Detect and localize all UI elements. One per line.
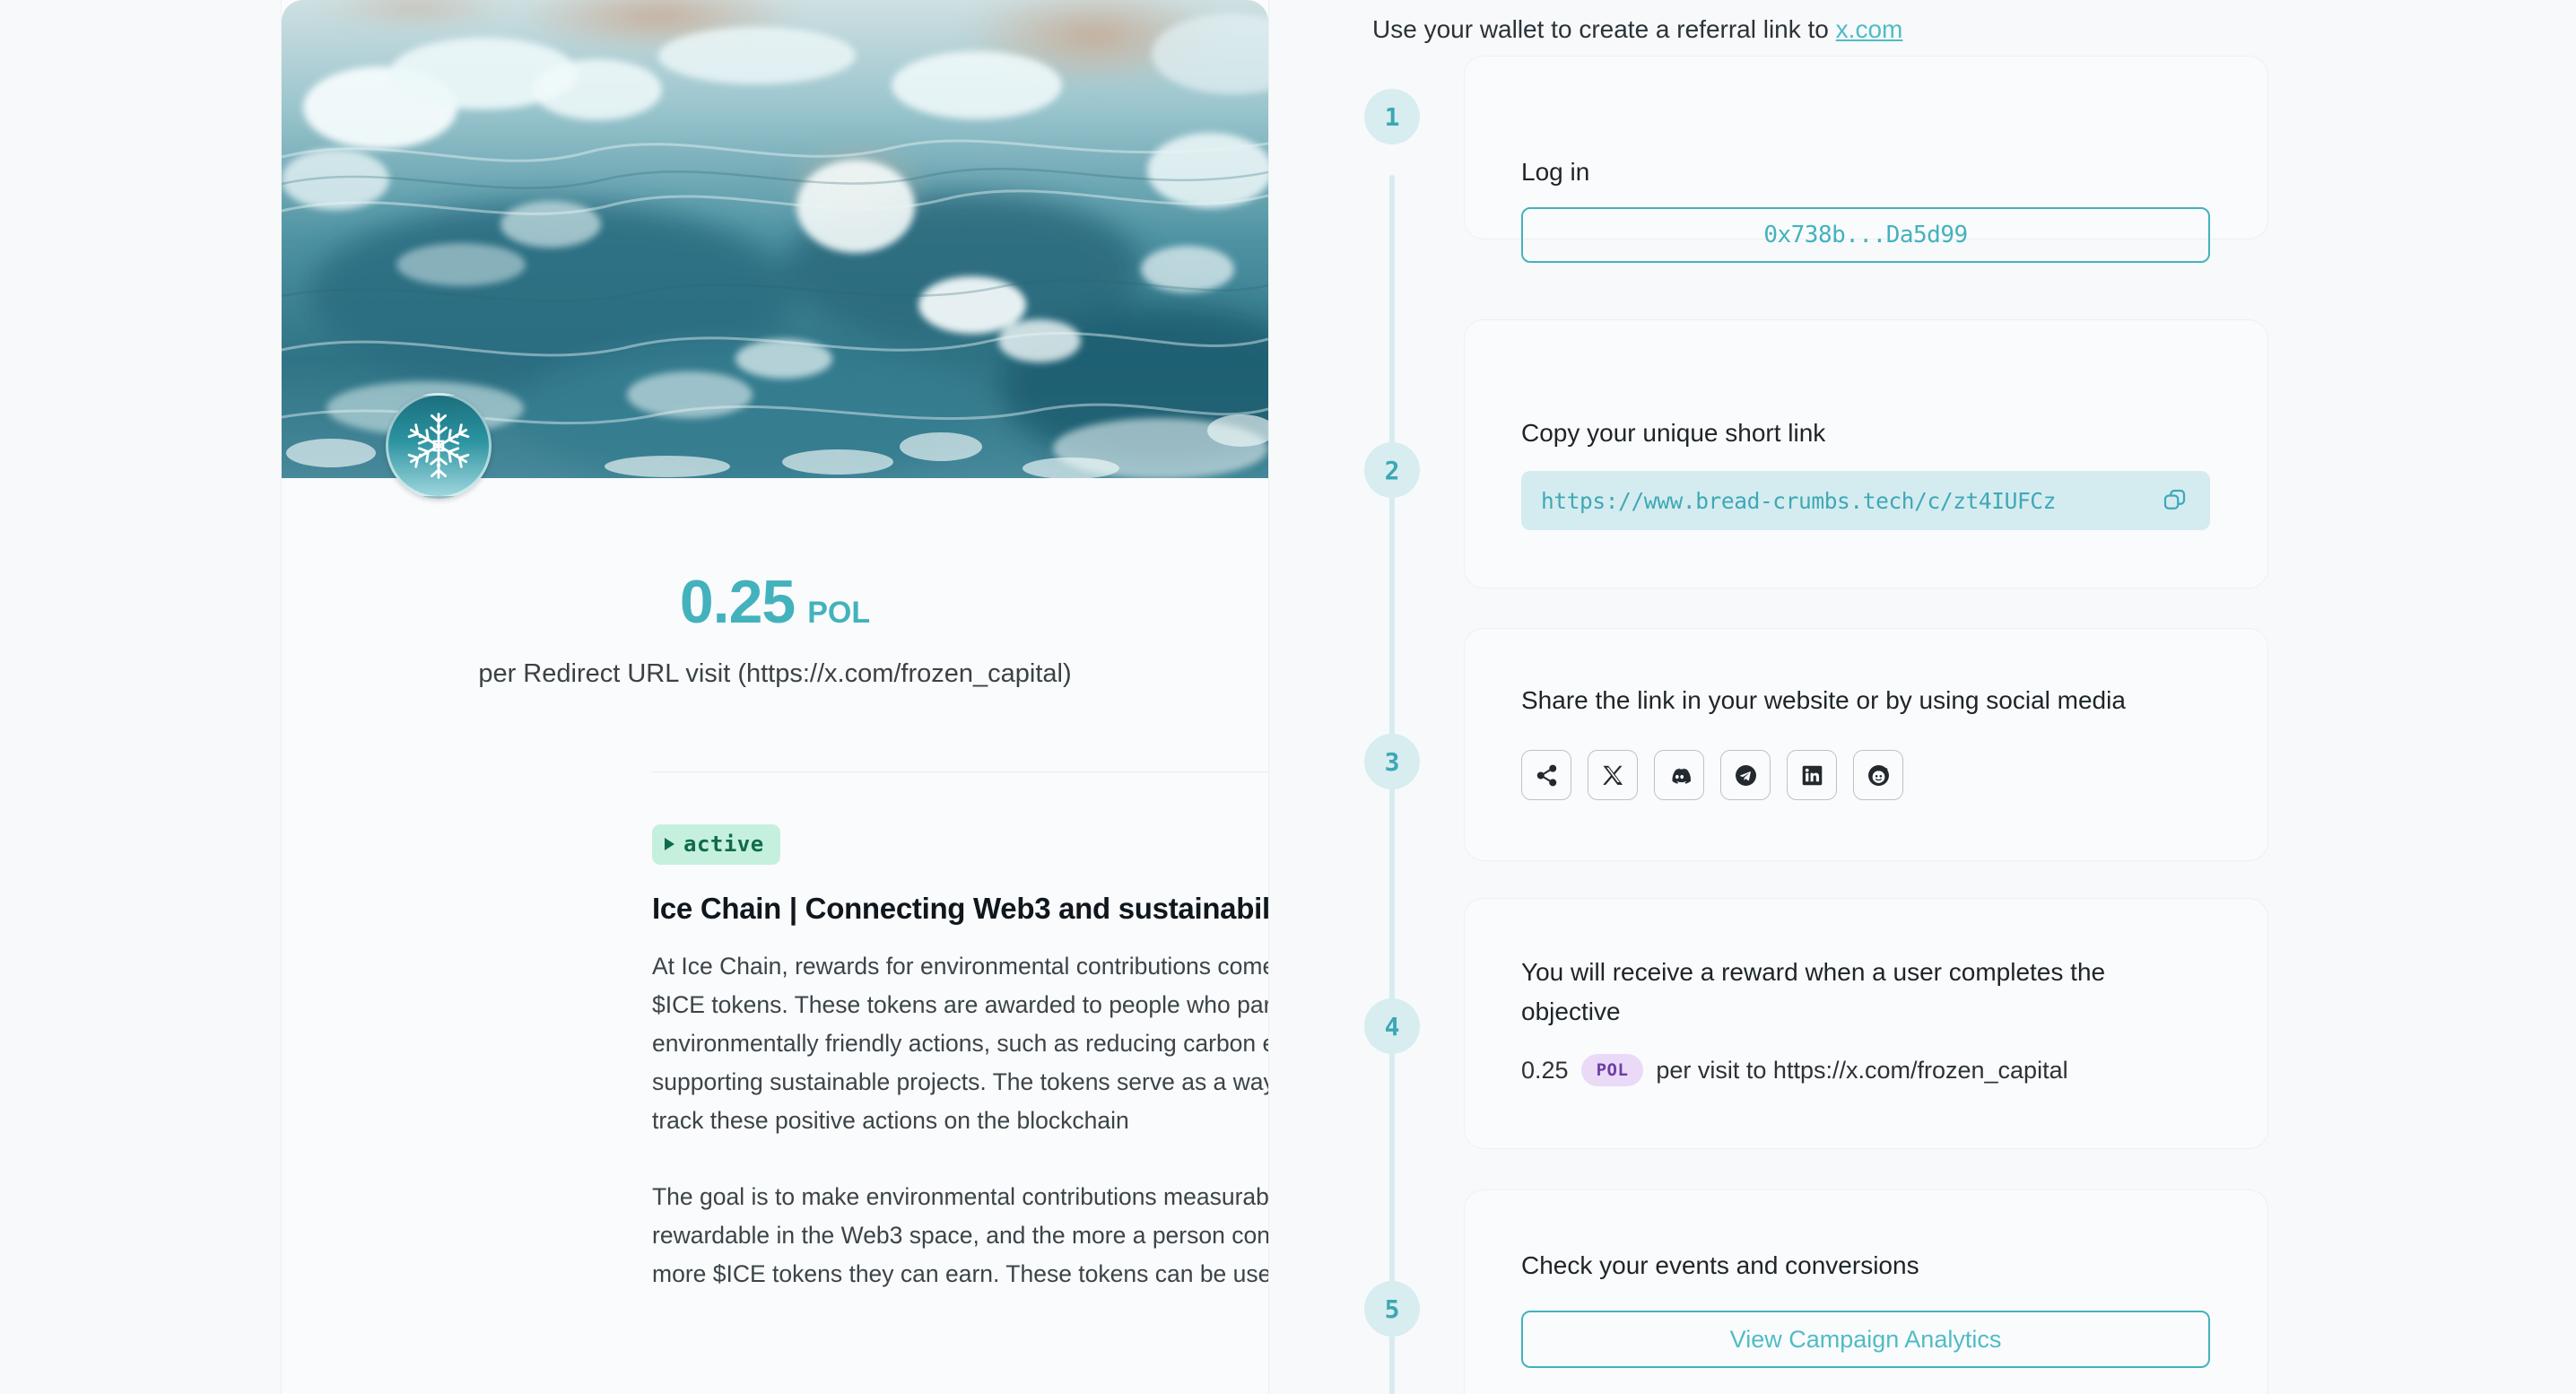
- step-number-3: 3: [1364, 734, 1420, 789]
- linkedin-icon: [1802, 765, 1822, 785]
- step-number-2: 2: [1364, 442, 1420, 498]
- telegram-icon: [1735, 764, 1756, 786]
- step-number-label: 2: [1384, 455, 1400, 485]
- referral-campaign-page: 0.25 POL per Redirect URL visit (https:/…: [0, 0, 2576, 1394]
- step-3-title: Share the link in your website or by usi…: [1521, 686, 2126, 714]
- description-paragraph: The goal is to make environmental contri…: [652, 1183, 1269, 1287]
- snowflake-icon: [407, 413, 470, 479]
- view-campaign-analytics-label: View Campaign Analytics: [1729, 1325, 2002, 1353]
- play-triangle-icon: [665, 838, 674, 850]
- description-paragraph: At Ice Chain, rewards for environmental …: [652, 953, 1268, 1134]
- wallet-address-button[interactable]: 0x738b...Da5d99: [1521, 207, 2210, 263]
- step-card-3: [1464, 628, 2268, 861]
- share-icon-button[interactable]: [1521, 750, 1571, 800]
- step-number-5: 5: [1364, 1281, 1420, 1337]
- price-block: 0.25 POL per Redirect URL visit (https:/…: [282, 567, 1268, 689]
- price-subtitle: per Redirect URL visit (https://x.com/fr…: [478, 659, 1072, 688]
- referral-heading: Use your wallet to create a referral lin…: [1372, 15, 1902, 44]
- discord-icon: [1672, 768, 1691, 784]
- divider: [652, 771, 1268, 772]
- step-4-title: You will receive a reward when a user co…: [1521, 958, 2106, 1025]
- view-campaign-analytics-button[interactable]: View Campaign Analytics: [1521, 1311, 2210, 1368]
- page-title: Ice Chain | Connecting Web3 and sustaina…: [652, 892, 1269, 925]
- step-number-label: 5: [1384, 1294, 1400, 1324]
- reward-amount: 0.25: [1521, 1056, 1569, 1084]
- avatar: [386, 393, 492, 499]
- reward-suffix: per visit to https://x.com/frozen_capita…: [1656, 1056, 2068, 1084]
- pol-token-badge: POL: [1580, 1054, 1644, 1086]
- short-link-value: https://www.bread-crumbs.tech/c/zt4IUFCz: [1541, 487, 2057, 514]
- x-icon: [1602, 765, 1623, 785]
- reward-summary: 0.25 POL per visit to https://x.com/froz…: [1521, 1054, 2068, 1086]
- step-number-1: 1: [1364, 89, 1420, 144]
- price-row: 0.25 POL: [282, 567, 1268, 637]
- copy-icon[interactable]: [2162, 487, 2189, 514]
- status-badge-label: active: [683, 832, 764, 857]
- step-number-4: 4: [1364, 998, 1420, 1054]
- telegram-icon-button[interactable]: [1720, 750, 1771, 800]
- step-2-title: Copy your unique short link: [1521, 419, 1826, 447]
- step-1-title: Log in: [1521, 158, 1590, 186]
- reddit-icon-button[interactable]: [1853, 750, 1903, 800]
- referral-heading-text: Use your wallet to create a referral lin…: [1372, 15, 1836, 43]
- campaign-description: At Ice Chain, rewards for environmental …: [652, 947, 1269, 1294]
- share-icon: [1536, 764, 1556, 786]
- social-share-row: [1521, 750, 1903, 800]
- short-link-field[interactable]: https://www.bread-crumbs.tech/c/zt4IUFCz: [1521, 471, 2210, 530]
- price-unit: POL: [807, 596, 871, 630]
- step-number-label: 1: [1384, 101, 1400, 132]
- step-number-label: 4: [1384, 1011, 1400, 1041]
- x-icon-button[interactable]: [1588, 750, 1638, 800]
- step-5-title: Check your events and conversions: [1521, 1251, 1919, 1279]
- campaign-card: 0.25 POL per Redirect URL visit (https:/…: [281, 0, 1269, 1394]
- discord-icon-button[interactable]: [1654, 750, 1704, 800]
- price-amount: 0.25: [679, 568, 796, 636]
- step-card-2: [1464, 319, 2268, 588]
- status-badge: active: [652, 824, 780, 865]
- step-number-label: 3: [1384, 746, 1400, 777]
- reddit-icon: [1867, 764, 1889, 786]
- wallet-address-label: 0x738b...Da5d99: [1763, 222, 1968, 248]
- x-com-link[interactable]: x.com: [1836, 15, 1903, 43]
- linkedin-icon-button[interactable]: [1787, 750, 1837, 800]
